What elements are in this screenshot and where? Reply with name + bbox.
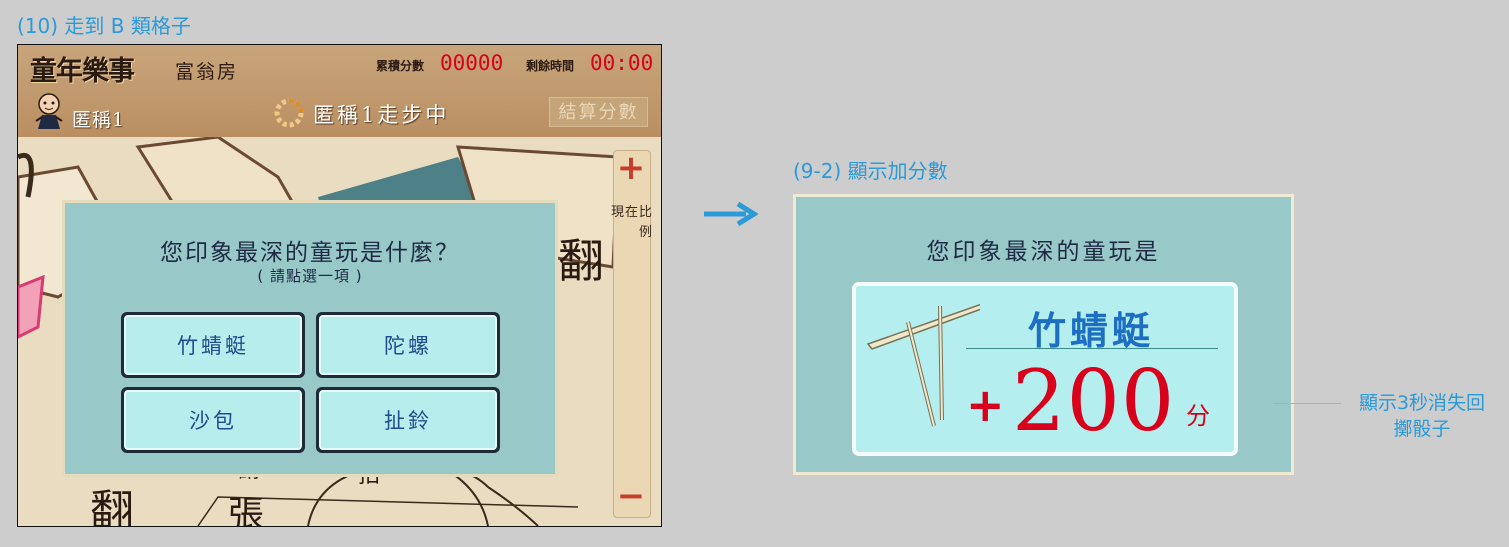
toy-name: 竹蜻蜓	[1027, 308, 1154, 353]
points-unit: 分	[1186, 402, 1210, 430]
question-hint: ( 請點選一項 )	[257, 267, 363, 285]
option-button[interactable]: 沙包	[121, 387, 305, 453]
top-bar: 童年樂事 富翁房 累積分數 00000 剩餘時間 00:00 匿稱1 匿稱1走步…	[18, 45, 661, 137]
score-label: 累積分數	[376, 59, 425, 73]
zoom-current-ratio-button[interactable]: 現在比例	[605, 203, 653, 247]
time-value: 00:00	[590, 51, 654, 75]
time-label: 剩餘時間	[526, 59, 575, 73]
loading-spinner-icon	[274, 98, 304, 128]
arrow-right-icon	[704, 201, 758, 227]
plus-sign: +	[966, 378, 1005, 432]
map-text-2: 翻	[90, 486, 134, 526]
option-button[interactable]: 陀螺	[316, 312, 500, 378]
bamboo-dragonfly-icon	[866, 303, 980, 427]
turn-status: 匿稱1走步中	[313, 103, 450, 127]
map-text-1: 翻	[558, 234, 604, 288]
game-screen: 翻 翻 張 請 拍 童年樂事 富翁房 累積分數 00000 剩餘時間 00:00…	[17, 44, 662, 527]
option-button[interactable]: 扯鈴	[316, 387, 500, 453]
player-name: 匿稱1	[72, 109, 126, 131]
popup-card: 竹蜻蜓 + 200 分	[852, 282, 1238, 456]
points-value: 200	[1012, 352, 1176, 450]
avatar-icon	[35, 93, 63, 129]
option-label: 沙包	[124, 390, 302, 450]
annotation-line	[1273, 403, 1341, 404]
question-title: 您印象最深的童玩是什麼？	[160, 240, 460, 266]
score-popup: 您印象最深的童玩是 竹蜻蜓 + 200 分	[793, 194, 1294, 475]
game-logo: 童年樂事	[30, 56, 135, 87]
popup-title: 您印象最深的童玩是	[926, 239, 1161, 265]
settle-score-button[interactable]: 結算分數	[549, 97, 648, 127]
option-button[interactable]: 竹蜻蜓	[121, 312, 305, 378]
question-dialog: 您印象最深的童玩是什麼？ ( 請點選一項 ) 竹蜻蜓 陀螺 沙包 扯鈴	[62, 200, 558, 477]
score-value: 00000	[440, 51, 504, 75]
option-label: 竹蜻蜓	[124, 315, 302, 375]
option-label: 扯鈴	[319, 390, 497, 450]
map-text-3: 張	[228, 494, 264, 526]
zoom-out-button[interactable]: −	[615, 479, 647, 513]
zoom-in-button[interactable]: +	[615, 151, 647, 185]
caption-step-10: (10) 走到 B 類格子	[17, 14, 191, 38]
caption-step-9-2: (9-2) 顯示加分數	[793, 159, 948, 183]
room-name: 富翁房	[175, 61, 239, 83]
option-label: 陀螺	[319, 315, 497, 375]
divider	[966, 348, 1218, 349]
annotation-note: 顯示3秒消失回擲骰子	[1358, 392, 1486, 440]
